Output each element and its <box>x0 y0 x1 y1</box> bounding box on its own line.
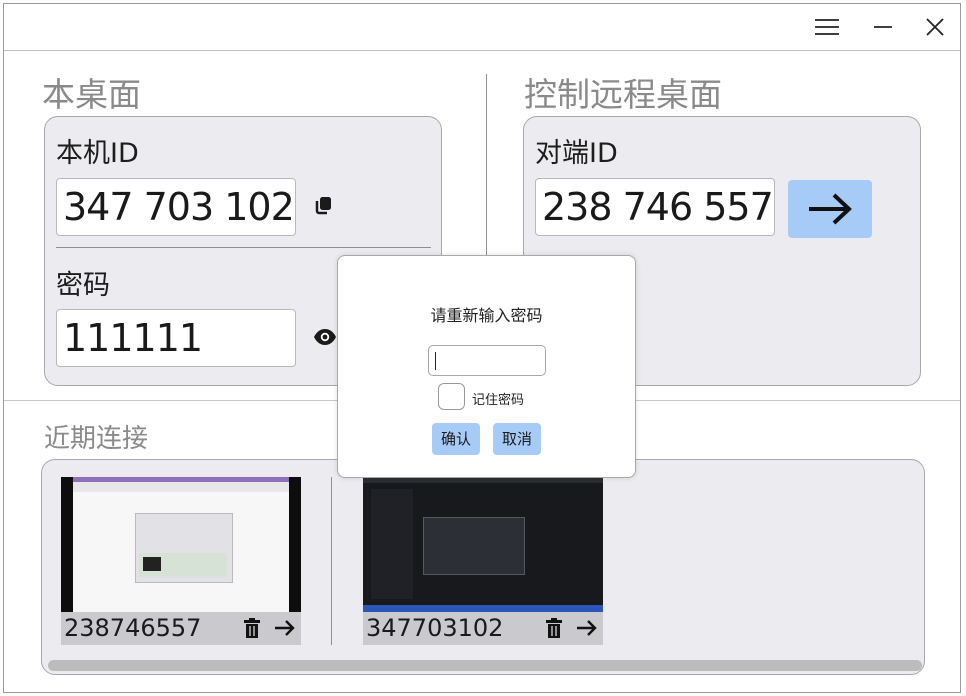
local-id-label: 本机ID <box>56 138 139 169</box>
dialog-title: 请重新输入密码 <box>430 306 543 325</box>
password-label: 密码 <box>56 270 110 301</box>
password-dialog: 请重新输入密码 记住密码 确认 取消 <box>337 255 636 478</box>
trash-icon[interactable] <box>242 617 262 639</box>
local-id-field[interactable]: 347 703 102 <box>56 178 296 236</box>
connect-button[interactable] <box>788 180 872 238</box>
recent-item-bar: 347703102 <box>363 612 603 645</box>
password-field[interactable]: 111111 <box>56 309 296 367</box>
arrow-right-icon[interactable] <box>575 617 599 639</box>
recent-thumbnail-2[interactable] <box>363 477 603 612</box>
title-bar <box>4 4 960 51</box>
remote-id-input[interactable]: 238 746 557 <box>535 178 775 236</box>
recent-id-1: 238746557 <box>64 614 202 642</box>
recent-connections-title: 近期连接 <box>44 424 149 454</box>
recent-item-bar: 238746557 <box>61 612 301 645</box>
remember-password-checkbox[interactable] <box>438 383 465 410</box>
remember-password-label: 记住密码 <box>472 393 525 408</box>
thumbnail-divider <box>331 477 332 645</box>
minimize-icon[interactable] <box>868 12 898 42</box>
recent-thumbnail-1[interactable] <box>61 477 301 612</box>
remote-id-label: 对端ID <box>535 138 618 169</box>
trash-icon[interactable] <box>544 617 564 639</box>
app-window: 本桌面 本机ID 347 703 102 密码 111111 控制远程桌面 对端… <box>3 3 961 693</box>
hamburger-menu-icon[interactable] <box>812 12 842 42</box>
text-caret <box>435 352 436 370</box>
confirm-button[interactable]: 确认 <box>432 423 480 455</box>
arrow-right-icon <box>809 193 852 225</box>
eye-icon[interactable] <box>313 327 337 347</box>
divider <box>56 247 431 248</box>
copy-icon[interactable] <box>313 194 335 216</box>
close-icon[interactable] <box>920 12 950 42</box>
recent-id-2: 347703102 <box>366 614 504 642</box>
arrow-right-icon[interactable] <box>273 617 297 639</box>
dialog-password-input[interactable] <box>428 345 546 376</box>
horizontal-scrollbar[interactable] <box>48 660 922 671</box>
local-desktop-title: 本桌面 <box>42 75 141 114</box>
cancel-button[interactable]: 取消 <box>493 423 541 455</box>
remote-desktop-title: 控制远程桌面 <box>524 75 722 114</box>
